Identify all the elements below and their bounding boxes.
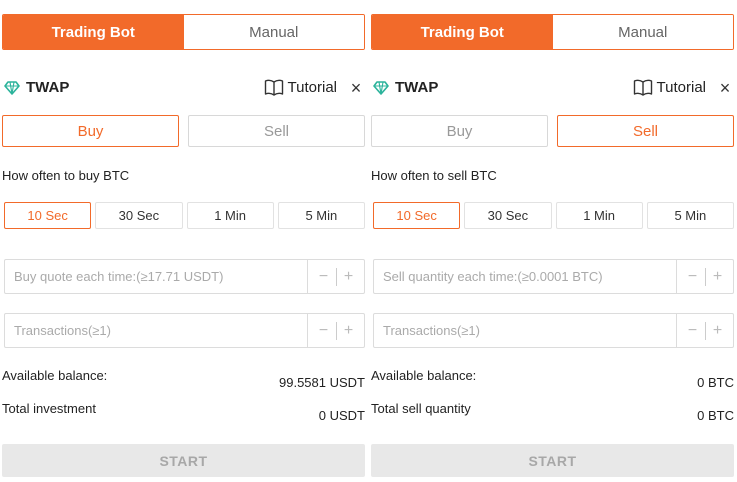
decrement-button[interactable]: − [312,322,336,340]
amount-field: − + [373,259,734,294]
amount-stepper: − + [676,260,733,293]
mode-tabs: Trading Bot Manual [2,14,365,50]
increment-button[interactable]: + [337,322,361,340]
start-button[interactable]: START [371,444,734,477]
transactions-stepper: − + [676,314,733,347]
close-icon[interactable]: × [716,79,734,97]
frequency-option[interactable]: 1 Min [186,202,274,229]
increment-button[interactable]: + [706,322,730,340]
decrement-button[interactable]: − [681,322,705,340]
total-sell-quantity-value: 0 BTC [697,408,734,423]
frequency-option[interactable]: 30 Sec [464,202,552,229]
tab-trading-bot[interactable]: Trading Bot [3,15,184,49]
tutorial-label: Tutorial [287,78,337,96]
available-balance-label: Available balance: [2,368,108,383]
tutorial-label: Tutorial [656,78,706,96]
frequency-options: 10 Sec 30 Sec 1 Min 5 Min [4,202,365,229]
mode-tabs: Trading Bot Manual [371,14,734,50]
tab-trading-bot[interactable]: Trading Bot [372,15,553,49]
twap-panel-buy: Trading Bot Manual TWAP Tutorial × Buy S… [2,0,365,482]
decrement-button[interactable]: − [312,268,336,286]
frequency-label: How often to sell BTC [371,168,497,183]
total-investment-value: 0 USDT [318,408,365,423]
frequency-label: How often to buy BTC [2,168,130,183]
bot-title: TWAP [395,79,439,96]
transactions-input[interactable] [374,314,676,347]
sell-quantity-input[interactable] [374,260,676,293]
tab-manual[interactable]: Manual [552,15,733,49]
start-button[interactable]: START [2,444,365,477]
total-investment-label: Total investment [2,401,96,416]
bot-title: TWAP [26,79,70,96]
book-icon [264,79,283,96]
frequency-option[interactable]: 1 Min [555,202,643,229]
transactions-field: − + [373,313,734,348]
diamond-icon [373,81,389,95]
tab-manual[interactable]: Manual [183,15,364,49]
buy-quote-input[interactable] [5,260,307,293]
frequency-options: 10 Sec 30 Sec 1 Min 5 Min [373,202,734,229]
frequency-option[interactable]: 30 Sec [95,202,183,229]
transactions-stepper: − + [307,314,364,347]
amount-stepper: − + [307,260,364,293]
bot-header: TWAP Tutorial × [2,76,365,100]
sell-button[interactable]: Sell [188,115,365,147]
transactions-input[interactable] [5,314,307,347]
frequency-option[interactable]: 10 Sec [4,202,92,229]
increment-button[interactable]: + [337,268,361,286]
sell-button[interactable]: Sell [557,115,734,147]
available-balance-value: 0 BTC [697,375,734,390]
buy-button[interactable]: Buy [371,115,548,147]
close-icon[interactable]: × [347,79,365,97]
twap-panel-sell: Trading Bot Manual TWAP Tutorial × Buy S… [371,0,734,482]
available-balance-value: 99.5581 USDT [279,375,365,390]
increment-button[interactable]: + [706,268,730,286]
decrement-button[interactable]: − [681,268,705,286]
amount-field: − + [4,259,365,294]
transactions-field: − + [4,313,365,348]
total-sell-quantity-label: Total sell quantity [371,401,471,416]
tutorial-link[interactable]: Tutorial [633,78,706,96]
available-balance-label: Available balance: [371,368,477,383]
bot-header: TWAP Tutorial × [371,76,734,100]
book-icon [633,79,652,96]
frequency-option[interactable]: 5 Min [277,202,365,229]
buy-button[interactable]: Buy [2,115,179,147]
tutorial-link[interactable]: Tutorial [264,78,337,96]
frequency-option[interactable]: 10 Sec [373,202,461,229]
frequency-option[interactable]: 5 Min [646,202,734,229]
diamond-icon [4,81,20,95]
